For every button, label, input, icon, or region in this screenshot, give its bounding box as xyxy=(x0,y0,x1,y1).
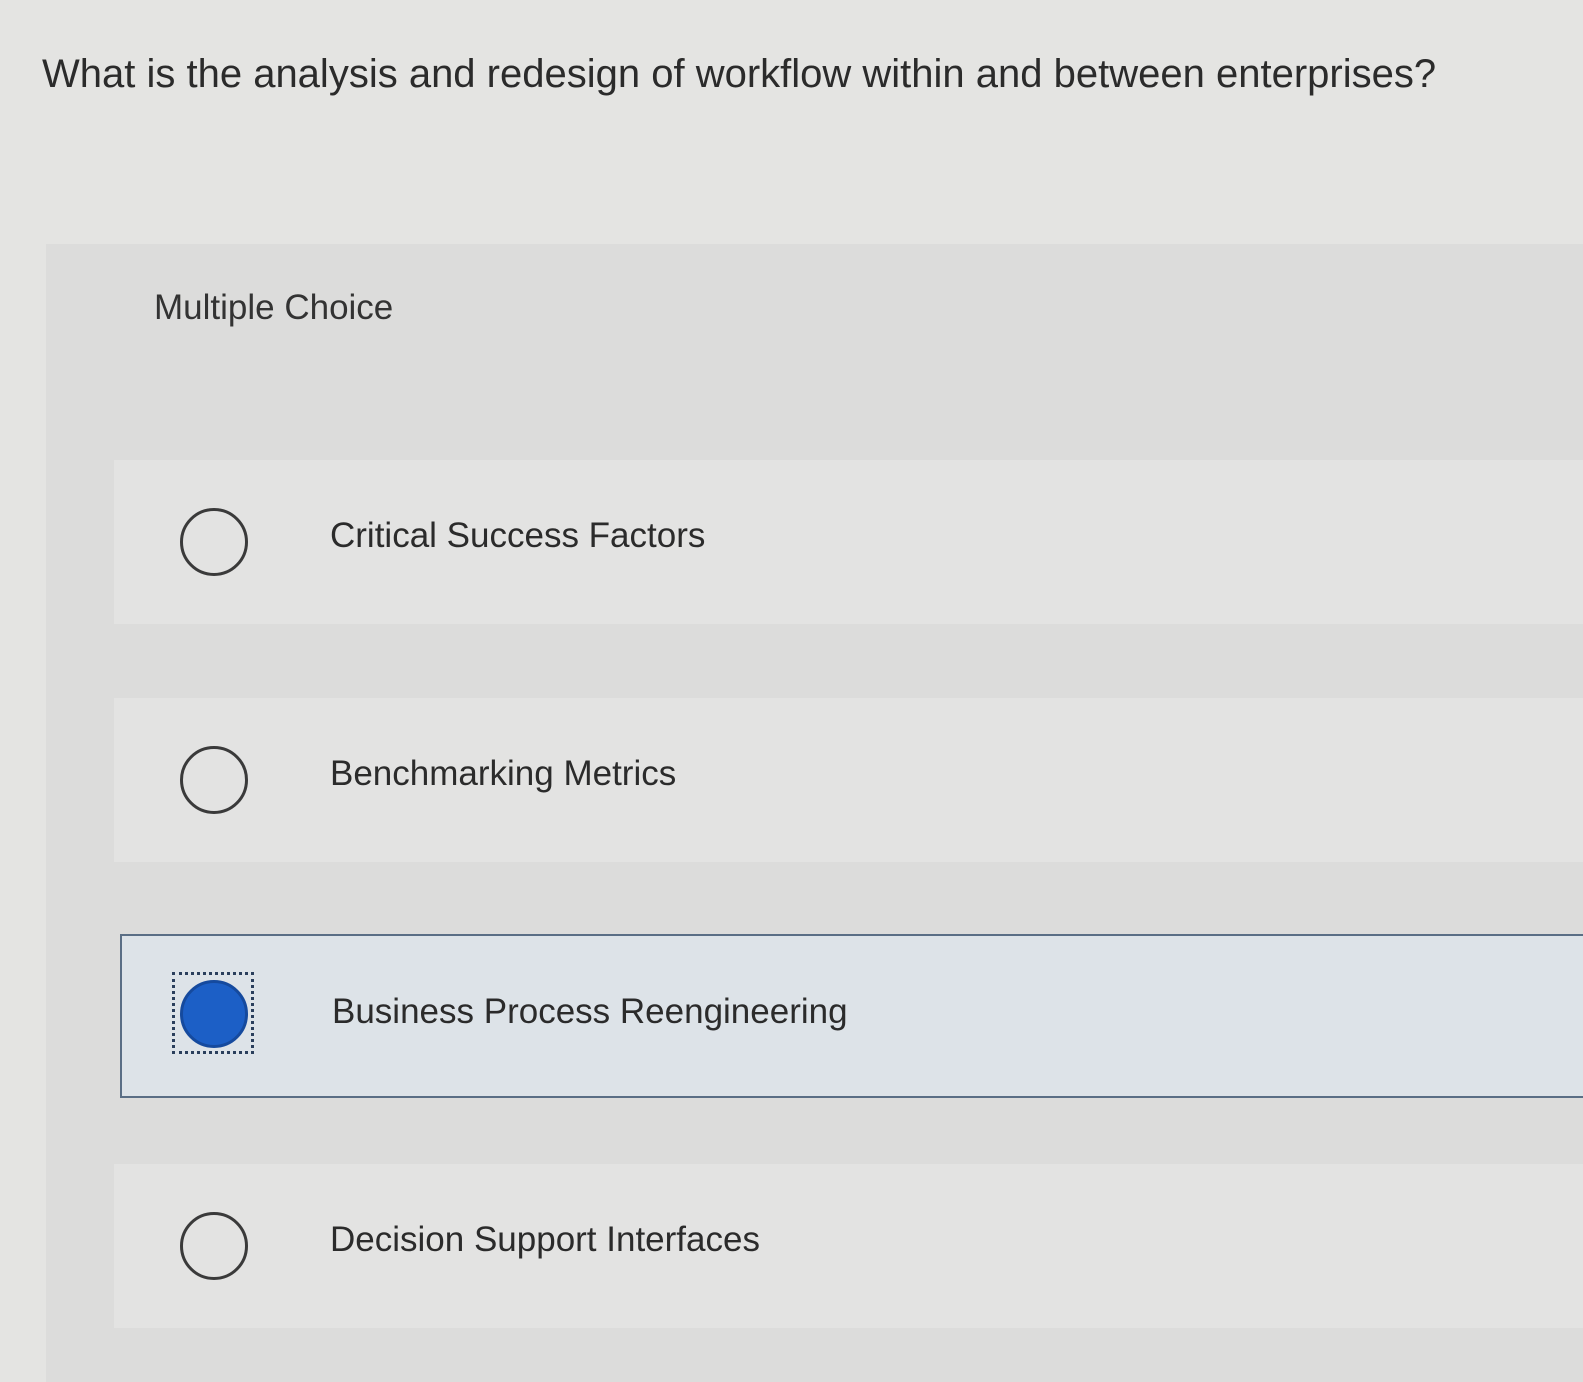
radio-button-icon[interactable] xyxy=(180,1212,248,1280)
radio-focus-ring[interactable] xyxy=(172,972,254,1054)
section-label: Multiple Choice xyxy=(154,288,394,327)
option-label: Benchmarking Metrics xyxy=(330,754,677,793)
option-benchmarking-metrics[interactable]: Benchmarking Metrics xyxy=(114,698,1583,862)
option-decision-support-interfaces[interactable]: Decision Support Interfaces xyxy=(114,1164,1583,1328)
radio-button-wrap[interactable] xyxy=(174,1206,256,1288)
radio-button-icon[interactable] xyxy=(180,508,248,576)
option-critical-success-factors[interactable]: Critical Success Factors xyxy=(114,460,1583,624)
radio-button-icon[interactable] xyxy=(180,746,248,814)
radio-button-wrap[interactable] xyxy=(174,740,256,822)
option-label: Decision Support Interfaces xyxy=(330,1220,760,1259)
radio-button-wrap[interactable] xyxy=(174,502,256,584)
answer-panel: Multiple Choice Critical Success Factors… xyxy=(46,244,1583,1382)
option-label: Business Process Reengineering xyxy=(332,992,848,1031)
radio-button-selected-icon[interactable] xyxy=(180,980,248,1048)
question-text: What is the analysis and redesign of wor… xyxy=(42,52,1437,96)
option-business-process-reengineering[interactable]: Business Process Reengineering xyxy=(120,934,1583,1098)
option-label: Critical Success Factors xyxy=(330,516,706,555)
